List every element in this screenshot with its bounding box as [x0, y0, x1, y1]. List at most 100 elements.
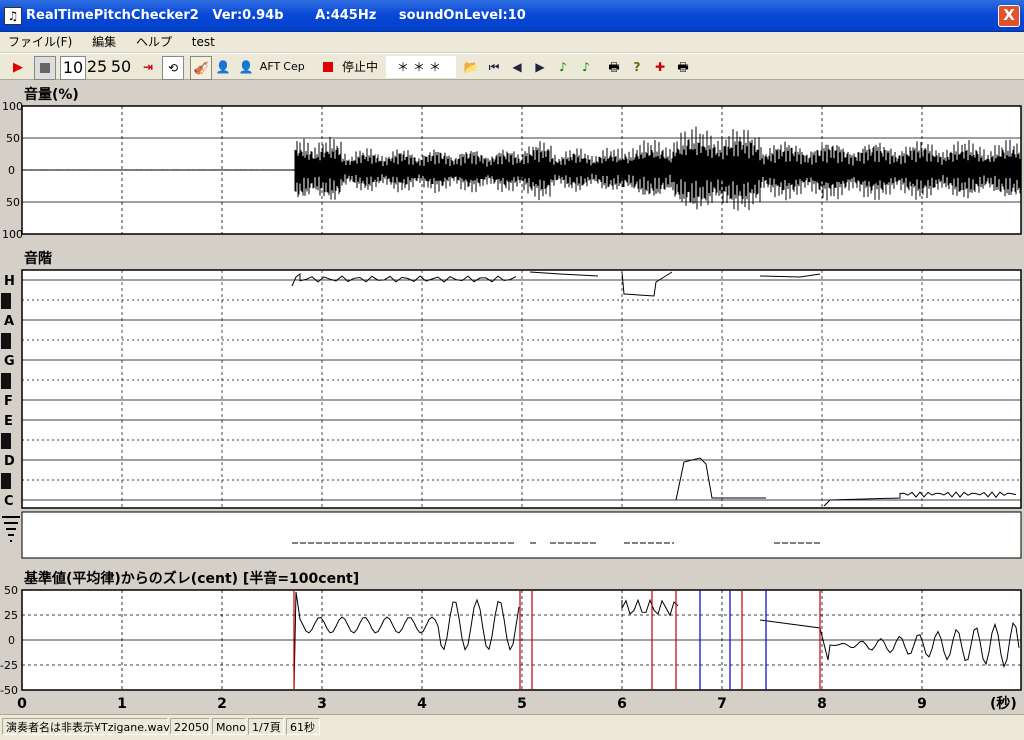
print2-button[interactable]: 🖶: [673, 56, 693, 78]
status-file: 演奏者名は非表示¥Tzigane.wav: [2, 718, 170, 735]
time-tick-6: 6: [617, 696, 627, 712]
note-icon: ♪: [559, 60, 567, 74]
marker-icon: ✚: [654, 60, 666, 74]
volume-tick-100-bottom: 100: [2, 228, 23, 241]
prev-icon: ◀: [512, 60, 522, 74]
status-rate: 22050: [170, 718, 210, 735]
volume-tick-100-top: 100: [2, 100, 23, 113]
violin-icon: 🎻: [193, 61, 209, 75]
person-icon: 👤: [215, 60, 231, 74]
time-axis: 0 1 2 3 4 5 6 7 8 9 (秒): [17, 695, 1017, 712]
goto-end-button[interactable]: ⇥: [138, 56, 158, 78]
person-red-button[interactable]: 👤: [236, 56, 256, 78]
toolbar: ▶ 10 25 50 ⇥ ⟲ 🎻 👤 👤 AFT Cep 停止中 ＊＊＊ 📂 ⏮…: [0, 53, 1024, 80]
volume-tick-50-bottom: 50: [6, 196, 20, 209]
zoom-25-button[interactable]: 25: [86, 56, 108, 78]
graph-area: 100 50 0 50 100 H A G F E D C 50 25 0 -2…: [0, 100, 1022, 712]
note2-icon: ♪: [582, 60, 590, 74]
cent-tick-25: 25: [4, 609, 18, 622]
time-tick-1: 1: [117, 696, 127, 712]
time-tick-0: 0: [17, 696, 27, 712]
person-button[interactable]: 👤: [213, 56, 233, 78]
prev-button[interactable]: ◀: [507, 56, 527, 78]
black-key: [1, 293, 11, 309]
menu-file[interactable]: ファイル(F): [0, 32, 80, 52]
window-title: RealTimePitchChecker2 Ver:0.94b A:445Hz …: [26, 8, 526, 23]
time-tick-7: 7: [717, 696, 727, 712]
octave-mark: [4, 522, 18, 524]
note-label-d: D: [4, 454, 15, 469]
note-label-e: E: [4, 414, 13, 429]
time-tick-5: 5: [517, 696, 527, 712]
note-green-button[interactable]: ♪: [553, 56, 573, 78]
person-red-icon: 👤: [238, 60, 254, 74]
play-button[interactable]: ▶: [8, 56, 28, 78]
menu-test[interactable]: test: [184, 32, 223, 52]
note-display: ＊＊＊: [386, 56, 456, 78]
status-bar: 演奏者名は非表示¥Tzigane.wav 22050 Mono 1/7頁 61秒: [0, 714, 1024, 740]
octave-strip: [21, 511, 1022, 559]
time-tick-8: 8: [817, 696, 827, 712]
note-label-h: H: [4, 274, 15, 289]
scale-plot: [21, 269, 1022, 509]
time-unit-label: (秒): [990, 695, 1017, 712]
marker-button[interactable]: ✚: [650, 56, 670, 78]
violin-button[interactable]: 🎻: [190, 56, 212, 80]
note-label-g: G: [4, 354, 15, 369]
stop-button[interactable]: [34, 56, 56, 80]
cent-tick-0: 0: [8, 634, 15, 647]
repeat-icon: ⟲: [167, 61, 179, 75]
volume-tick-50-top: 50: [6, 132, 20, 145]
time-tick-3: 3: [317, 696, 327, 712]
record-button[interactable]: [318, 56, 338, 78]
folder-icon: 📂: [463, 60, 479, 74]
print2-icon: 🖶: [677, 60, 689, 74]
play-icon: ▶: [13, 60, 23, 75]
black-key: [1, 433, 11, 449]
zoom-10-button[interactable]: 10: [60, 56, 86, 80]
octave-mark: [8, 534, 14, 536]
menu-bar: ファイル(F) 編集 ヘルプ test: [0, 32, 1024, 52]
time-tick-9: 9: [917, 696, 927, 712]
print-icon: 🖶: [608, 60, 620, 74]
menu-help[interactable]: ヘルプ: [128, 32, 180, 52]
help-button[interactable]: ?: [627, 56, 647, 78]
status-duration: 61秒: [286, 718, 320, 735]
cent-tick-minus50: -50: [0, 684, 18, 697]
octave-mark: [10, 540, 12, 542]
cep-button[interactable]: Cep: [283, 56, 305, 78]
next-icon: ▶: [535, 60, 545, 74]
status-page: 1/7頁: [248, 718, 284, 735]
menu-edit[interactable]: 編集: [84, 32, 124, 52]
repeat-button[interactable]: ⟲: [162, 56, 184, 80]
cent-y-ticks: 50 25 0 -25 -50: [0, 584, 18, 697]
volume-y-ticks: 100 50 0 50 100: [2, 100, 23, 241]
status-channels: Mono: [212, 718, 246, 735]
cent-tick-minus25: -25: [0, 659, 18, 672]
volume-tick-0: 0: [8, 164, 15, 177]
note-label-c: C: [4, 494, 14, 509]
black-key: [1, 473, 11, 489]
status-label: 停止中: [341, 60, 378, 74]
octave-mark: [6, 528, 16, 530]
cent-tick-50: 50: [4, 584, 18, 597]
time-tick-4: 4: [417, 696, 427, 712]
close-button[interactable]: X: [998, 5, 1020, 27]
first-button[interactable]: ⏮: [484, 56, 504, 78]
open-folder-button[interactable]: 📂: [461, 56, 481, 78]
print-button[interactable]: 🖶: [604, 56, 624, 78]
help-icon: ?: [633, 60, 641, 74]
zoom-50-button[interactable]: 50: [110, 56, 132, 78]
note-label-f: F: [4, 394, 13, 409]
note-label-a: A: [4, 314, 14, 329]
black-key: [1, 373, 11, 389]
time-tick-2: 2: [217, 696, 227, 712]
stop-icon: [40, 63, 50, 73]
octave-mark: [2, 516, 20, 518]
note-green2-button[interactable]: ♪: [576, 56, 596, 78]
next-button[interactable]: ▶: [530, 56, 550, 78]
goto-end-icon: ⇥: [142, 60, 154, 74]
aft-button[interactable]: AFT: [259, 56, 281, 78]
black-key: [1, 333, 11, 349]
record-icon: [323, 62, 333, 72]
